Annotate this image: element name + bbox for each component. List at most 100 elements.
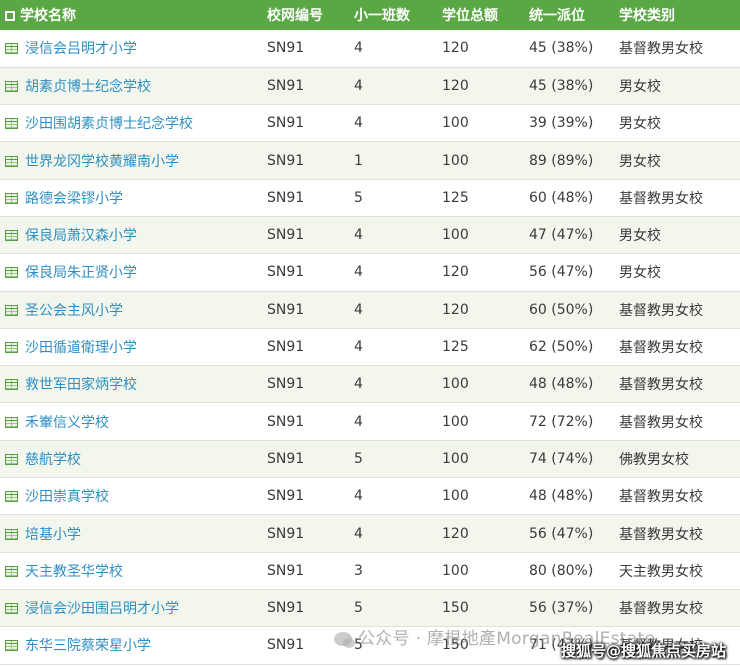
school-link[interactable]: 沙田崇真学校: [25, 489, 109, 505]
school-link[interactable]: 天主教圣华学校: [25, 564, 123, 580]
cell-classes: 4: [354, 413, 363, 430]
cell-type: 基督教男女校: [619, 414, 703, 431]
header-central[interactable]: 统一派位: [524, 0, 614, 30]
cell-places: 120: [442, 77, 469, 94]
cell-net: SN91: [267, 301, 305, 318]
cell-type: 佛教男女校: [619, 451, 689, 468]
table-icon: [5, 603, 18, 615]
cell-classes: 1: [354, 152, 363, 169]
cell-places: 100: [442, 562, 469, 579]
table-row: 保良局萧汉森小学 SN91 4 100 47 (47%) 男女校: [0, 216, 740, 254]
table-row: 禾輋信义学校 SN91 4 100 72 (72%) 基督教男女校: [0, 402, 740, 441]
cell-school-name: 路德会梁镠小学: [0, 179, 262, 216]
cell-school-name: 沙田循道衛理小学: [0, 328, 262, 365]
school-link[interactable]: 胡素贞博士纪念学校: [25, 79, 151, 95]
cell-central: 80 (80%): [529, 562, 594, 579]
cell-school-name: 天主教圣华学校: [0, 552, 262, 589]
cell-classes: 5: [354, 189, 363, 206]
cell-places: 100: [442, 152, 469, 169]
table-row: 天主教圣华学校 SN91 3 100 80 (80%) 天主教男女校: [0, 552, 740, 590]
school-link[interactable]: 世界龙冈学校黄耀南小学: [25, 154, 179, 170]
school-link[interactable]: 浸信会吕明才小学: [25, 41, 137, 57]
cell-places: 120: [442, 301, 469, 318]
table-row: 培基小学 SN91 4 120 56 (47%) 基督教男女校: [0, 514, 740, 553]
cell-classes: 4: [354, 115, 363, 132]
table-row: 世界龙冈学校黄耀南小学 SN91 1 100 89 (89%) 男女校: [0, 141, 740, 180]
school-link[interactable]: 路德会梁镠小学: [25, 191, 123, 207]
cell-type: 基督教男女校: [619, 601, 703, 618]
school-link[interactable]: 慈航学校: [25, 452, 81, 468]
cell-places: 100: [442, 376, 469, 393]
cell-school-name: 沙田围胡素贞博士纪念学校: [0, 105, 262, 142]
school-link[interactable]: 保良局萧汉森小学: [25, 228, 137, 244]
school-link[interactable]: 禾輋信义学校: [25, 415, 109, 431]
cell-classes: 5: [354, 450, 363, 467]
header-school-name-label: 学校名称: [20, 8, 76, 24]
cell-net: SN91: [267, 376, 305, 393]
cell-classes: 4: [354, 488, 363, 505]
checkbox-icon[interactable]: [5, 11, 15, 21]
cell-central: 56 (47%): [529, 264, 594, 281]
cell-type: 男女校: [619, 116, 661, 133]
cell-central: 56 (37%): [529, 600, 594, 617]
school-link[interactable]: 沙田围胡素贞博士纪念学校: [25, 116, 193, 132]
header-net[interactable]: 校网编号: [262, 0, 349, 30]
cell-classes: 4: [354, 77, 363, 94]
table-icon: [5, 267, 18, 279]
cell-school-name: 培基小学: [0, 515, 262, 552]
cell-places: 125: [442, 189, 469, 206]
school-link[interactable]: 沙田循道衛理小学: [25, 340, 137, 356]
cell-places: 100: [442, 488, 469, 505]
school-link[interactable]: 浸信会沙田围吕明才小学: [25, 601, 179, 617]
cell-type: 基督教男女校: [619, 340, 703, 357]
cell-net: SN91: [267, 525, 305, 542]
cell-classes: 4: [354, 227, 363, 244]
cell-type: 基督教男女校: [619, 377, 703, 394]
school-link[interactable]: 培基小学: [25, 527, 81, 543]
cell-central: 48 (48%): [529, 376, 594, 393]
cell-school-name: 禾輋信义学校: [0, 403, 262, 440]
cell-type: 基督教男女校: [619, 302, 703, 319]
cell-net: SN91: [267, 600, 305, 617]
table-icon: [5, 230, 18, 242]
school-link[interactable]: 救世军田家炳学校: [25, 377, 137, 393]
cell-central: 89 (89%): [529, 152, 594, 169]
school-link[interactable]: 圣公会主风小学: [25, 303, 123, 319]
table-icon: [5, 528, 18, 540]
cell-central: 62 (50%): [529, 339, 594, 356]
cell-classes: 3: [354, 562, 363, 579]
cell-places: 100: [442, 227, 469, 244]
table-icon: [5, 453, 18, 465]
cell-school-name: 圣公会主风小学: [0, 291, 262, 328]
school-link[interactable]: 保良局朱正贤小学: [25, 265, 137, 281]
cell-net: SN91: [267, 115, 305, 132]
table-icon: [5, 491, 18, 503]
cell-central: 60 (48%): [529, 189, 594, 206]
header-places[interactable]: 学位总额: [437, 0, 524, 30]
header-school-name[interactable]: 学校名称: [0, 0, 262, 30]
cell-type: 男女校: [619, 265, 661, 282]
cell-net: SN91: [267, 152, 305, 169]
cell-places: 100: [442, 115, 469, 132]
table-icon: [5, 192, 18, 204]
cell-classes: 4: [354, 339, 363, 356]
table-icon: [5, 342, 18, 354]
header-type[interactable]: 学校类别: [614, 0, 740, 30]
cell-net: SN91: [267, 413, 305, 430]
table-row: 沙田围胡素贞博士纪念学校 SN91 4 100 39 (39%) 男女校: [0, 104, 740, 142]
cell-central: 45 (38%): [529, 77, 594, 94]
cell-school-name: 保良局萧汉森小学: [0, 216, 262, 253]
table-icon: [5, 304, 18, 316]
table-row: 浸信会吕明才小学 SN91 4 120 45 (38%) 基督教男女校: [0, 30, 740, 68]
cell-places: 125: [442, 339, 469, 356]
cell-school-name: 浸信会沙田围吕明才小学: [0, 589, 262, 626]
header-classes[interactable]: 小一班数: [349, 0, 437, 30]
cell-type: 男女校: [619, 78, 661, 95]
table-row: 胡素贞博士纪念学校 SN91 4 120 45 (38%) 男女校: [0, 67, 740, 105]
table-row: 圣公会主风小学 SN91 4 120 60 (50%) 基督教男女校: [0, 291, 740, 329]
table-row: 沙田循道衛理小学 SN91 4 125 62 (50%) 基督教男女校: [0, 328, 740, 366]
cell-type: 基督教男女校: [619, 489, 703, 506]
cell-central: 39 (39%): [529, 115, 594, 132]
school-link[interactable]: 东华三院蔡荣星小学: [25, 638, 151, 654]
cell-places: 120: [442, 40, 469, 57]
